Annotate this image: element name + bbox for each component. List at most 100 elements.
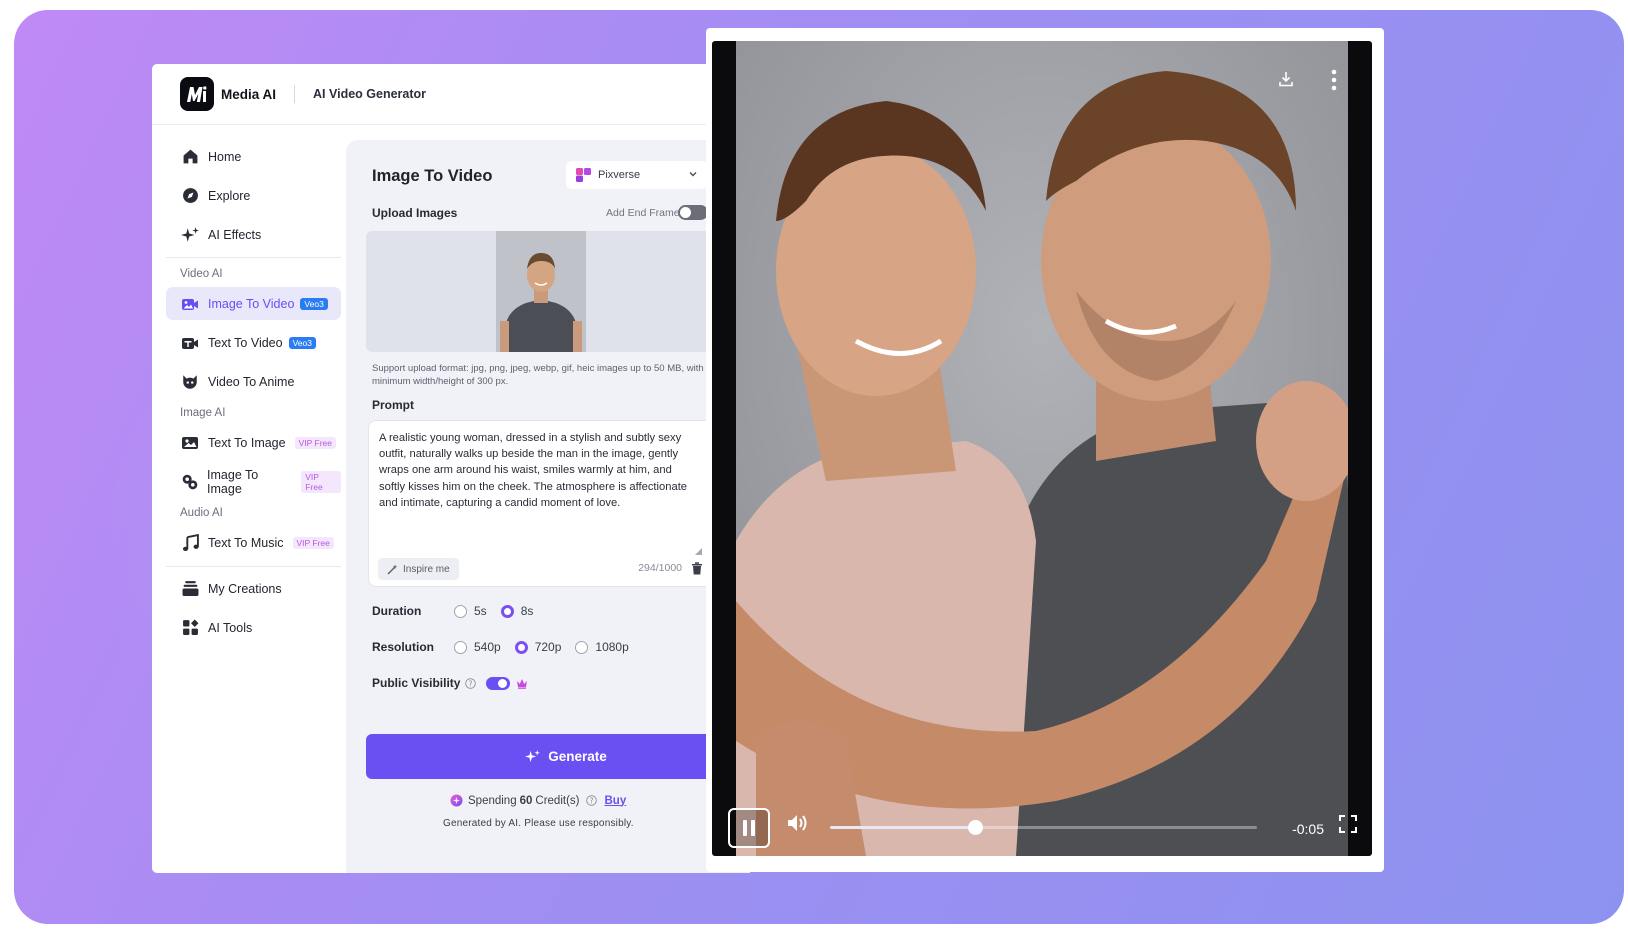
header-divider [294,85,296,103]
generator-panel: Image To Video Pixverse Upload Images Ad… [346,140,750,873]
sidebar: Home Explore AI Effects Video AI Image T… [152,126,354,873]
sidebar-item-label: Text To Video [208,335,283,350]
section-audio-ai: Audio AI [180,507,223,519]
sidebar-item-text-to-video[interactable]: Text To Video Veo3 [166,326,341,359]
pause-button[interactable] [728,808,770,848]
prompt-text[interactable]: A realistic young woman, dressed in a st… [379,430,699,511]
public-visibility-toggle[interactable] [486,676,511,690]
sparkles-icon [525,749,541,764]
image-image-icon [180,472,199,492]
resolution-option-label: 720p [534,640,562,654]
public-visibility-label: Public Visibility [372,676,461,690]
sidebar-item-label: Text To Music [208,535,284,550]
upload-images-label: Upload Images [372,206,458,220]
resolution-option-720p[interactable]: 720p [514,640,562,654]
duration-option-label: 5s [474,604,487,618]
toggle-knob [680,207,691,218]
chevron-down-icon [688,169,698,182]
time-remaining: -0:05 [1292,821,1324,837]
page-title: AI Video Generator [313,87,427,101]
sidebar-item-video-to-anime[interactable]: Video To Anime [166,365,341,398]
radio-dot [514,640,528,654]
home-icon [180,147,200,167]
veo3-badge: Veo3 [288,336,316,349]
add-end-frame-label: Add End Frame [606,207,680,219]
sidebar-item-image-to-image[interactable]: Image To Image VIP Free [166,465,341,498]
vip-free-badge: VIP Free [292,536,334,549]
sidebar-item-label: Explore [208,188,251,203]
model-select[interactable]: Pixverse [566,161,708,189]
visibility-group: Public Visibility ? [372,676,528,690]
spending-suffix: Credit(s) [535,794,580,807]
uploaded-image-thumbnail[interactable] [496,231,586,352]
ai-disclaimer: Generated by AI. Please use responsibly. [443,818,634,829]
sidebar-item-text-to-music[interactable]: Text To Music VIP Free [166,526,341,559]
fullscreen-icon[interactable] [1339,815,1357,838]
sidebar-item-ai-tools[interactable]: AI Tools [166,611,341,644]
resolution-group: Resolution 540p 720p 1080p [372,640,643,654]
char-count: 294/1000 [638,562,682,574]
resolution-option-1080p[interactable]: 1080p [575,640,629,654]
duration-label: Duration [372,604,422,618]
upload-area[interactable] [366,231,716,352]
sidebar-item-text-to-image[interactable]: Text To Image VIP Free [166,426,341,459]
duration-option-label: 8s [520,604,534,618]
end-frame-toggle[interactable] [678,205,708,220]
spending-amount: 60 [519,794,533,807]
sidebar-item-label: Home [208,149,242,164]
radio-dot [575,640,589,654]
sidebar-item-label: Video To Anime [208,374,295,389]
sidebar-item-label: Text To Image [208,435,286,450]
sidebar-item-label: Image To Video [208,296,295,311]
grid-icon [180,618,200,638]
resolution-option-540p[interactable]: 540p [454,640,501,654]
toggle-knob [498,678,508,688]
crown-icon [516,678,528,689]
inspire-me-label: Inspire me [403,563,450,575]
image-video-icon [180,294,200,314]
credit-spending: Spending 60 Credit(s) ? Buy [450,794,626,807]
sidebar-item-image-to-video[interactable]: Image To Video Veo3 [166,287,341,320]
inspire-me-button[interactable]: Inspire me [378,558,459,580]
credit-coin-icon [450,794,463,807]
prompt-textarea[interactable]: A realistic young woman, dressed in a st… [368,420,713,587]
help-icon[interactable]: ? [465,677,477,689]
section-image-ai: Image AI [180,407,226,419]
duration-option-5s[interactable]: 5s [454,604,487,618]
video-player[interactable]: -0:05 [712,41,1372,856]
volume-icon[interactable] [786,813,810,838]
sidebar-item-home[interactable]: Home [166,140,341,173]
spending-prefix: Spending [468,794,517,807]
text-image-icon [180,433,200,453]
pixverse-icon [576,168,591,182]
stack-icon [180,579,200,599]
veo3-badge: Veo3 [300,297,328,310]
radio-dot [454,604,467,618]
resolution-option-label: 540p [474,640,501,654]
buy-link[interactable]: Buy [605,795,627,807]
brand-logo[interactable] [180,77,214,111]
progress-fill [830,826,976,829]
app-header: Media AI AI Video Generator [152,64,750,125]
more-options-icon[interactable] [1331,69,1337,96]
sidebar-item-label: AI Effects [208,227,262,242]
sidebar-item-explore[interactable]: Explore [166,179,341,212]
progress-bar[interactable] [830,820,1257,835]
duration-option-8s[interactable]: 8s [500,604,534,618]
sidebar-item-ai-effects[interactable]: AI Effects [166,218,341,251]
app-window: Media AI AI Video Generator Home Explore… [152,64,750,873]
prompt-label: Prompt [372,398,414,412]
help-icon[interactable]: ? [585,795,597,806]
resize-handle-icon[interactable] [695,542,702,560]
radio-dot [500,604,514,618]
brand-name[interactable]: Media AI [221,87,276,102]
trash-icon[interactable] [691,562,703,580]
radio-dot [454,640,467,654]
sidebar-item-my-creations[interactable]: My Creations [166,572,341,605]
section-video-ai: Video AI [180,268,223,280]
generate-button[interactable]: Generate [366,734,750,779]
video-frame [736,41,1348,856]
sparkles-icon [180,225,200,245]
sidebar-divider [166,566,341,567]
download-icon[interactable] [1278,71,1294,92]
